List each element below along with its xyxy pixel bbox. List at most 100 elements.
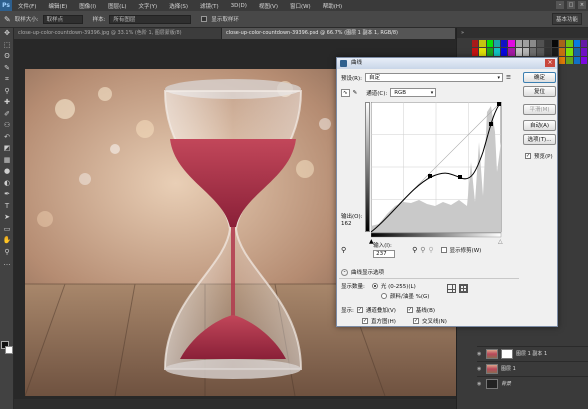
crop-tool-icon[interactable]: ⌗ [0,74,14,86]
curve-point[interactable] [497,102,501,106]
swatch[interactable] [559,56,566,64]
show-ring-checkbox[interactable] [201,16,208,22]
swatch[interactable] [508,48,515,56]
sample-size-select[interactable]: 取样点 [42,14,83,24]
swatch[interactable] [522,48,529,56]
swatch[interactable] [573,48,580,56]
white-eyedropper-icon[interactable]: ⚲ [428,246,433,254]
smooth-button[interactable]: 平滑(M) [523,104,556,115]
grid-10x10-icon[interactable] [459,284,468,293]
grid-4x4-icon[interactable] [447,284,456,293]
input-field[interactable]: 237 [373,250,396,258]
menu-file[interactable]: 文件(F) [12,2,42,10]
close-icon[interactable]: × [545,59,555,67]
swatch[interactable] [580,48,587,56]
menu-select[interactable]: 选择(S) [163,2,194,10]
swatch[interactable] [501,48,508,56]
dialog-titlebar[interactable]: 曲线 × [337,58,557,69]
layer-name[interactable]: 背景 [501,380,511,387]
eraser-tool-icon[interactable]: ◩ [0,143,14,155]
hand-tool-icon[interactable]: ✋ [0,235,14,247]
panel-collapse-icon[interactable]: » [457,28,468,38]
eyedropper-tool-icon[interactable]: ✎ [4,15,11,24]
visibility-eye-icon[interactable]: ◉ [477,381,483,387]
white-point-slider[interactable]: △ [498,238,503,245]
tab-document-jpg[interactable]: close-up-color-countdown-39396.jpg @ 33.… [14,28,222,39]
swatch[interactable] [479,48,486,56]
curve-options-row[interactable]: ⌃ 曲线显示选项 [341,268,384,276]
swatch[interactable] [515,40,522,48]
dodge-tool-icon[interactable]: ◐ [0,178,14,190]
stamp-tool-icon[interactable]: ⚇ [0,120,14,132]
menu-view[interactable]: 视图(V) [253,2,284,10]
path-select-tool-icon[interactable]: ➤ [0,212,14,224]
black-eyedropper-icon[interactable]: ⚲ [412,246,417,254]
layer-row[interactable]: ◉ 图层 1 [477,361,588,375]
move-tool-icon[interactable]: ✥ [0,28,14,40]
swatch[interactable] [493,48,500,56]
healing-tool-icon[interactable]: ✚ [0,97,14,109]
history-brush-icon[interactable]: ↶ [0,132,14,144]
menu-layer[interactable]: 图层(L) [102,2,132,10]
show-clipping-checkbox[interactable] [440,246,447,253]
gradient-tool-icon[interactable]: ▦ [0,155,14,167]
swatch[interactable] [551,48,558,56]
menu-type[interactable]: 文字(Y) [133,2,164,10]
quick-select-tool-icon[interactable]: ✎ [0,63,14,75]
swatch[interactable] [479,40,486,48]
swatch[interactable] [544,48,551,56]
swatch[interactable] [537,40,544,48]
swatch[interactable] [573,40,580,48]
layer-name[interactable]: 图层 1 副本 1 [516,350,547,357]
swatch[interactable] [493,40,500,48]
auto-button[interactable]: 自动(A) [523,120,556,131]
swatch[interactable] [472,48,479,56]
swatch[interactable] [566,48,573,56]
more-tools-icon[interactable]: … [0,258,14,270]
swatch[interactable] [537,48,544,56]
background-color[interactable] [5,346,13,354]
swatch[interactable] [508,40,515,48]
curve-edit-icon[interactable]: ∿ [341,88,350,97]
menu-image[interactable]: 图像(I) [73,2,102,10]
swatch[interactable] [530,40,537,48]
pencil-icon[interactable]: ✎ [353,90,358,96]
swatch[interactable] [566,56,573,64]
eyedropper-tool-icon[interactable]: ⚲ [0,86,14,98]
swatch[interactable] [559,48,566,56]
curve-point[interactable] [428,174,432,178]
sample-layers-select[interactable]: 所有图层 [109,14,192,24]
visibility-eye-icon[interactable]: ◉ [477,351,483,357]
histogram-checkbox[interactable]: ✓ [362,318,368,324]
ok-button[interactable]: 确定 [523,72,556,83]
close-icon[interactable]: × [578,1,586,9]
swatch[interactable] [486,40,493,48]
swatch[interactable] [573,56,580,64]
minimize-icon[interactable]: – [556,1,564,9]
preset-menu-icon[interactable]: ☰ [506,75,511,81]
swatch[interactable] [544,40,551,48]
menu-edit[interactable]: 编辑(E) [42,2,73,10]
swatch[interactable] [501,40,508,48]
swatch[interactable] [566,40,573,48]
options-button[interactable]: 选项(T)... [523,134,556,145]
swatch[interactable] [515,48,522,56]
horizontal-scrollbar[interactable] [14,399,456,409]
curve-point[interactable] [458,175,462,179]
zoom-tool-icon[interactable]: ⚲ [0,247,14,259]
type-tool-icon[interactable]: T [0,201,14,213]
pen-tool-icon[interactable]: ✒ [0,189,14,201]
swatch[interactable] [580,40,587,48]
preset-select[interactable]: 自定 ▾ [364,73,503,82]
swatch[interactable] [486,48,493,56]
maximize-icon[interactable]: □ [567,1,575,9]
swatch[interactable] [472,40,479,48]
light-radio[interactable] [371,283,378,289]
menu-filter[interactable]: 滤镜(T) [194,2,225,10]
swatch[interactable] [580,56,587,64]
tab-document-psd[interactable]: close-up-color-countdown-39396.psd @ 66.… [222,28,456,39]
output-value[interactable]: 162 [341,221,352,227]
shape-tool-icon[interactable]: ▭ [0,224,14,236]
swatch[interactable] [559,40,566,48]
menu-help[interactable]: 帮助(H) [317,2,348,10]
